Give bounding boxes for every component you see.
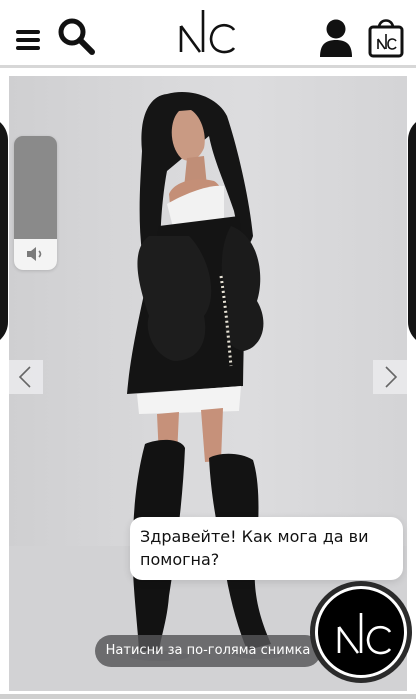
site-logo[interactable]: [176, 8, 238, 58]
next-image-button[interactable]: [373, 360, 407, 394]
volume-slider[interactable]: [14, 136, 57, 270]
user-icon[interactable]: [318, 18, 354, 58]
chat-logo-icon: [337, 613, 392, 655]
chevron-left-icon: [18, 366, 31, 388]
hamburger-menu-icon[interactable]: [16, 30, 40, 50]
chevron-right-icon: [385, 366, 398, 388]
next-thumbnail-strip: [0, 691, 416, 699]
next-slide-peek: [407, 76, 416, 699]
site-header: [0, 0, 416, 68]
shopping-bag-icon[interactable]: [366, 14, 406, 58]
search-icon[interactable]: [56, 16, 98, 58]
chat-launcher-button[interactable]: [310, 581, 412, 683]
previous-slide-peek: [0, 76, 9, 699]
previous-image-button[interactable]: [9, 360, 43, 394]
speaker-icon[interactable]: [25, 244, 45, 264]
chat-greeting-bubble[interactable]: Здравейте! Как мога да ви помогна?: [130, 517, 403, 580]
enlarge-image-caption[interactable]: Натисни за по-голяма снимка: [95, 635, 321, 667]
